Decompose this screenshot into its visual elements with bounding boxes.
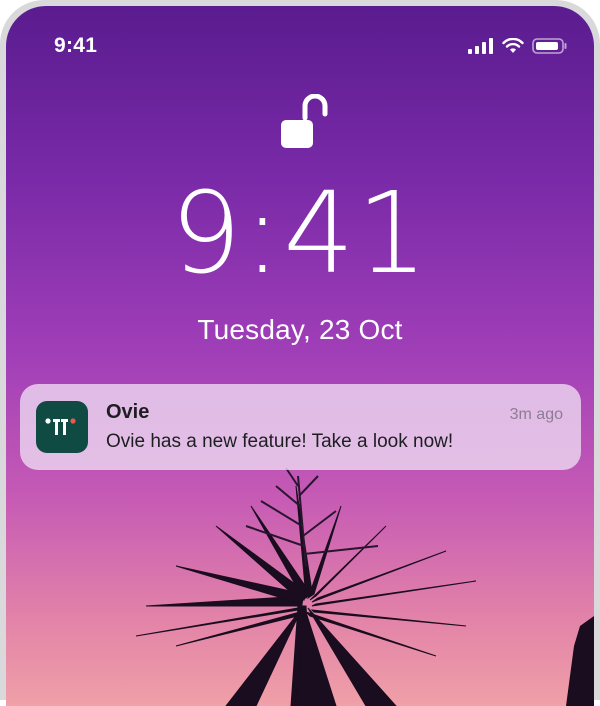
notification-time: 3m ago — [509, 406, 563, 423]
status-icons — [468, 38, 568, 54]
cellular-signal-icon — [468, 38, 493, 54]
notification-card[interactable]: Ovie 3m ago Ovie has a new feature! Take… — [20, 384, 581, 470]
status-time: 9:41 — [54, 34, 98, 57]
notification-message: Ovie has a new feature! Take a look now! — [106, 431, 454, 452]
wifi-icon — [502, 38, 524, 53]
lock-screen: 9:41 9:41 Tuesday, 23 Oct Ovie 3m ago Ov… — [6, 6, 594, 706]
battery-icon — [532, 38, 567, 54]
lock-screen-time: 9:41 — [170, 169, 430, 299]
ovie-app-icon — [36, 401, 88, 453]
phone-frame: 9:41 9:41 Tuesday, 23 Oct Ovie 3m ago Ov… — [0, 0, 600, 706]
unlocked-padlock-icon — [281, 94, 328, 148]
status-bar: 9:41 — [6, 32, 594, 62]
notification-app-name: Ovie — [106, 401, 150, 423]
lock-screen-date: Tuesday, 23 Oct — [197, 314, 403, 345]
